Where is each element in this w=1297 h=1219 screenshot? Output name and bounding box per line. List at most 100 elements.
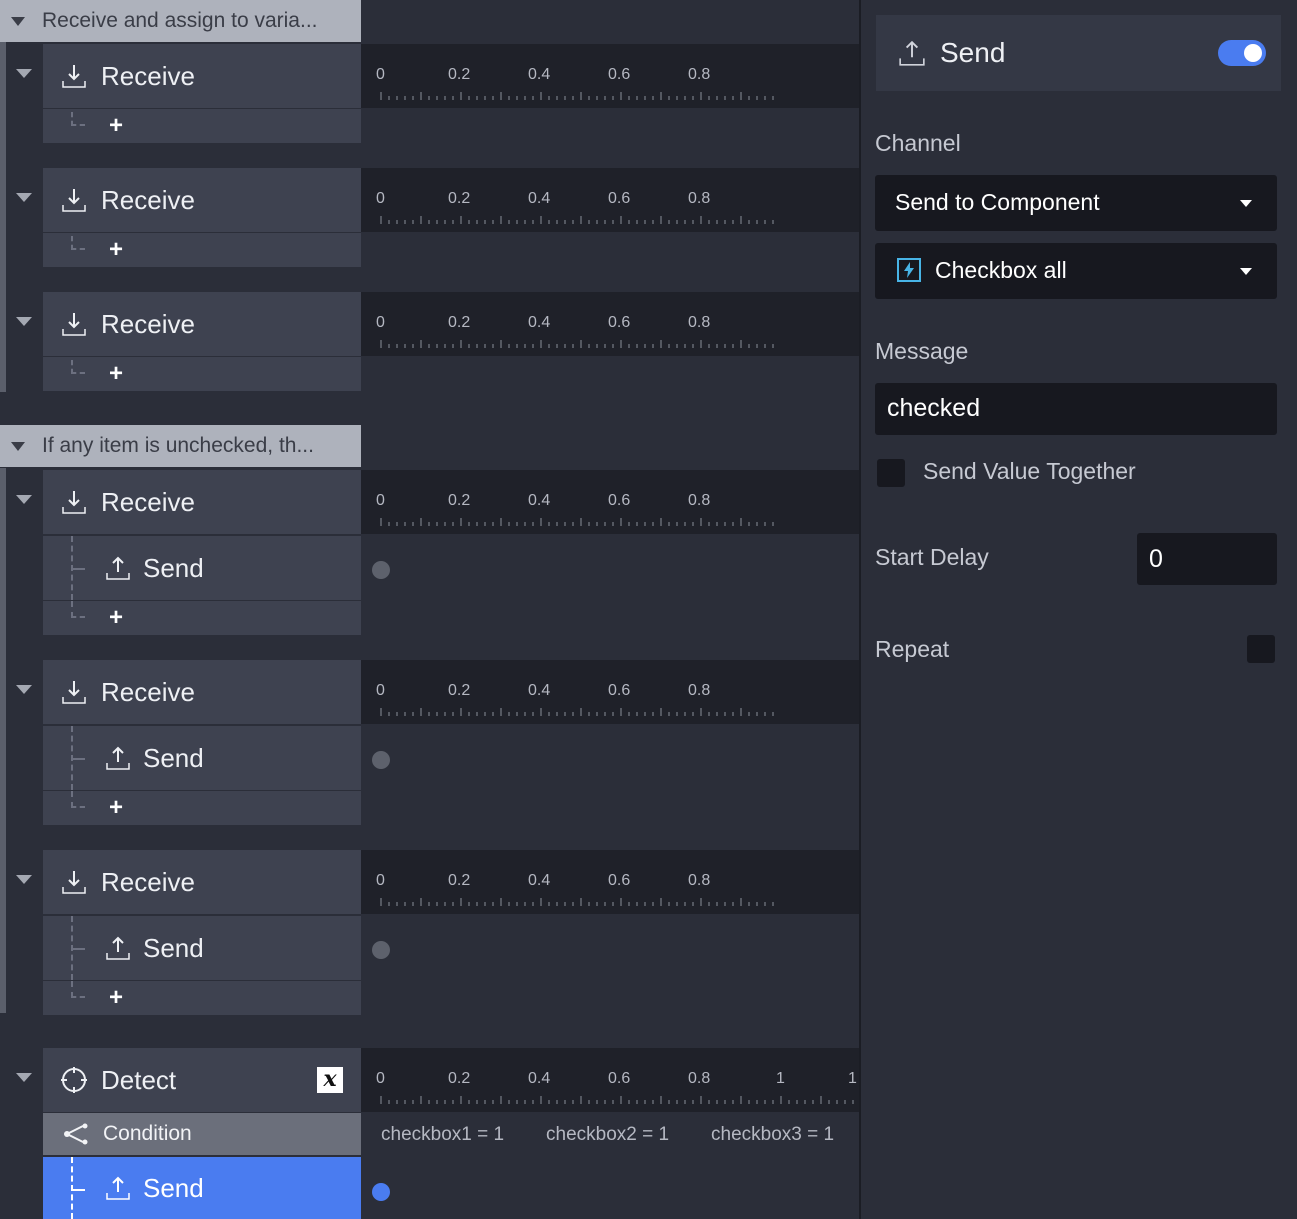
toggle-knob (1244, 44, 1262, 62)
collapse-arrow-icon[interactable] (16, 69, 32, 78)
channel-value: Send to Component (895, 189, 1100, 215)
condition-item[interactable]: checkbox2 = 1 (546, 1124, 669, 1146)
add-action-row[interactable]: + (43, 791, 361, 825)
message-input[interactable]: checked (875, 383, 1277, 435)
add-icon[interactable]: + (109, 233, 123, 267)
send-icon (898, 39, 926, 67)
send-icon (103, 933, 133, 963)
collapse-arrow-icon[interactable] (16, 685, 32, 694)
add-icon[interactable]: + (109, 357, 123, 391)
collapse-arrow-icon[interactable] (16, 193, 32, 202)
receive-track[interactable]: Receive (43, 660, 361, 724)
group-title: Receive and assign to varia... (42, 9, 318, 32)
ruler-ticks (380, 518, 774, 526)
collapse-arrow-icon[interactable] (16, 1073, 32, 1082)
receive-icon (59, 677, 89, 707)
receive-icon (59, 185, 89, 215)
collapse-arrow-icon[interactable] (16, 495, 32, 504)
chevron-down-icon (1240, 268, 1252, 275)
variable-icon[interactable]: x (317, 1067, 343, 1093)
track-label: Receive (101, 308, 195, 339)
send-action-row[interactable]: Send (43, 536, 361, 600)
action-title: Send (940, 37, 1006, 68)
send-action-row[interactable]: Send (43, 916, 361, 980)
timeline-ruler[interactable]: 0 0.2 0.4 0.6 0.8 1 1 (361, 1048, 860, 1112)
receive-icon (59, 61, 89, 91)
enabled-toggle[interactable] (1218, 40, 1266, 66)
keyframe-marker-selected[interactable] (372, 1183, 390, 1201)
track-label: Receive (101, 866, 195, 897)
detect-track[interactable]: Detect x (43, 1048, 361, 1112)
receive-track[interactable]: Receive (43, 44, 361, 108)
ruler-ticks (380, 708, 774, 716)
group-gutter (0, 468, 6, 1013)
send-value-together-checkbox[interactable] (877, 459, 905, 487)
track-label: Send (143, 742, 204, 773)
ruler-ticks (380, 898, 774, 906)
start-delay-label: Start Delay (875, 544, 989, 570)
repeat-checkbox[interactable] (1247, 635, 1275, 663)
group-title: If any item is unchecked, th... (42, 434, 314, 457)
action-header: Send (876, 15, 1281, 91)
keyframe-marker[interactable] (372, 561, 390, 579)
start-delay-value: 0 (1149, 545, 1163, 573)
send-action-row[interactable]: Send (43, 726, 361, 790)
ruler-ticks (380, 340, 774, 348)
detect-icon (59, 1065, 89, 1095)
condition-item[interactable]: checkbox1 = 1 (381, 1124, 504, 1146)
condition-icon (63, 1123, 91, 1145)
channel-select[interactable]: Send to Component (875, 175, 1277, 231)
component-select[interactable]: Checkbox all (875, 243, 1277, 299)
group-header[interactable]: If any item is unchecked, th... (0, 425, 361, 467)
receive-track[interactable]: Receive (43, 850, 361, 914)
properties-panel: Send Channel Send to Component Checkbox … (861, 0, 1297, 1219)
collapse-arrow-icon[interactable] (16, 317, 32, 326)
ruler-ticks (380, 92, 774, 100)
add-action-row[interactable]: + (43, 109, 361, 143)
condition-item[interactable]: checkbox3 = 1 (711, 1124, 834, 1146)
timeline-ruler[interactable]: 0 0.2 0.4 0.6 0.8 (361, 292, 860, 356)
collapse-arrow-icon[interactable] (11, 16, 25, 26)
timeline-ruler[interactable]: 0 0.2 0.4 0.6 0.8 (361, 850, 860, 914)
send-value-together-label: Send Value Together (923, 458, 1136, 484)
repeat-label: Repeat (875, 636, 950, 662)
message-value: checked (887, 394, 981, 422)
timeline-ruler[interactable]: 0 0.2 0.4 0.6 0.8 (361, 470, 860, 534)
track-label: Send (143, 932, 204, 963)
receive-icon (59, 309, 89, 339)
track-label: Receive (101, 486, 195, 517)
add-action-row[interactable]: + (43, 357, 361, 391)
add-action-row[interactable]: + (43, 233, 361, 267)
receive-icon (59, 867, 89, 897)
track-label: Send (143, 552, 204, 583)
message-label: Message (875, 338, 969, 364)
ruler-ticks (380, 1096, 854, 1104)
add-icon[interactable]: + (109, 791, 123, 825)
timeline-area: Receive and assign to varia... Receive 0… (0, 0, 860, 1219)
timeline-ruler[interactable]: 0 0.2 0.4 0.6 0.8 (361, 44, 860, 108)
receive-icon (59, 487, 89, 517)
add-icon[interactable]: + (109, 981, 123, 1015)
lightning-icon (897, 258, 921, 282)
timeline-ruler[interactable]: 0 0.2 0.4 0.6 0.8 (361, 660, 860, 724)
receive-track[interactable]: Receive (43, 168, 361, 232)
add-icon[interactable]: + (109, 601, 123, 635)
timeline-ruler[interactable]: 0 0.2 0.4 0.6 0.8 (361, 168, 860, 232)
add-action-row[interactable]: + (43, 981, 361, 1015)
keyframe-marker[interactable] (372, 751, 390, 769)
send-icon (103, 1173, 133, 1203)
collapse-arrow-icon[interactable] (11, 441, 25, 451)
add-action-row[interactable]: + (43, 601, 361, 635)
collapse-arrow-icon[interactable] (16, 875, 32, 884)
receive-track[interactable]: Receive (43, 470, 361, 534)
keyframe-marker[interactable] (372, 941, 390, 959)
group-header[interactable]: Receive and assign to varia... (0, 0, 361, 42)
add-icon[interactable]: + (109, 109, 123, 143)
condition-row[interactable]: Condition (43, 1113, 361, 1155)
receive-track[interactable]: Receive (43, 292, 361, 356)
track-label: Send (143, 1172, 204, 1203)
send-icon (103, 743, 133, 773)
start-delay-input[interactable]: 0 (1137, 533, 1277, 585)
condition-label: Condition (103, 1122, 192, 1145)
send-action-row-selected[interactable]: Send (43, 1157, 361, 1219)
